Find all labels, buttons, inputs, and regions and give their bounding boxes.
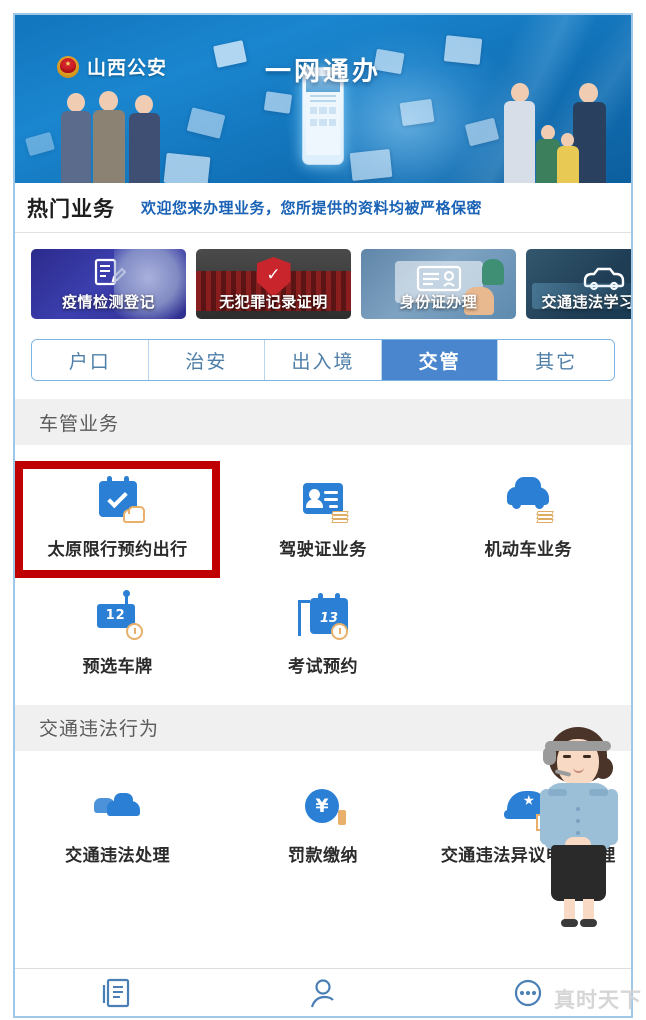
hot-services-cards: 疫情检测登记 无犯罪记录证明 身份证办理 交通违法学习教育 bbox=[15, 233, 631, 333]
section-grid-traffic-violations: 交通违法处理 ¥ 罚款缴纳 交通违法异议申诉受理 bbox=[15, 726, 631, 927]
car-icon bbox=[501, 475, 555, 525]
more-dots-icon bbox=[515, 979, 542, 1006]
nav-item-profile[interactable] bbox=[220, 976, 425, 1010]
banner-doc bbox=[399, 98, 435, 127]
yuan-payment-icon: ¥ bbox=[296, 781, 350, 831]
service-item-label: 预选车牌 bbox=[82, 656, 153, 677]
banner: 山西公安 一网通办 bbox=[15, 15, 631, 183]
section-header-vehicle-management: 车管业务 bbox=[15, 399, 631, 445]
service-card-traffic-violation-study[interactable]: 交通违法学习教育 bbox=[526, 249, 633, 319]
service-item-label: 驾驶证业务 bbox=[279, 540, 367, 560]
license-plate-icon: 12 bbox=[91, 589, 145, 642]
card-label: 疫情检测登记 bbox=[61, 293, 155, 311]
service-item-fine-payment[interactable]: ¥ 罚款缴纳 bbox=[220, 767, 425, 884]
watermark: 真时天下 bbox=[554, 988, 642, 1012]
card-label: 身份证办理 bbox=[399, 293, 478, 311]
banner-people-right bbox=[501, 83, 621, 183]
banner-doc bbox=[25, 131, 55, 157]
police-cap-doc-icon bbox=[501, 781, 556, 831]
banner-doc bbox=[263, 91, 293, 114]
exam-calendar-icon: 13 bbox=[296, 592, 350, 642]
service-item-taiyuan-restriction-appointment[interactable]: 太原限行预约出行 bbox=[15, 461, 221, 578]
banner-title: 一网通办 bbox=[264, 57, 381, 87]
service-item-driver-license[interactable]: 驾驶证业务 bbox=[220, 461, 425, 578]
service-item-traffic-violation-handling[interactable]: 交通违法处理 bbox=[15, 767, 220, 884]
service-card-epidemic-registration[interactable]: 疫情检测登记 bbox=[31, 249, 186, 319]
person-icon bbox=[310, 978, 334, 1007]
banner-doc bbox=[349, 148, 393, 182]
card-label: 无犯罪记录证明 bbox=[219, 293, 328, 311]
service-card-no-criminal-record[interactable]: 无犯罪记录证明 bbox=[196, 249, 351, 319]
tab-other[interactable]: 其它 bbox=[498, 340, 614, 380]
service-item-exam-appointment[interactable]: 13 考试预约 bbox=[220, 578, 425, 695]
tab-immigration[interactable]: 出入境 bbox=[265, 340, 382, 380]
banner-doc bbox=[186, 107, 226, 139]
service-item-license-plate-preselect[interactable]: 12 预选车牌 bbox=[15, 578, 220, 695]
service-item-motor-vehicle[interactable]: 机动车业务 bbox=[426, 461, 631, 578]
category-tabs: 户口 治安 出入境 交管 其它 bbox=[15, 333, 631, 399]
tab-huji[interactable]: 户口 bbox=[32, 340, 149, 380]
service-item-label: 考试预约 bbox=[287, 656, 358, 677]
tab-public-security[interactable]: 治安 bbox=[148, 340, 266, 380]
document-edit-icon bbox=[92, 257, 127, 291]
section-header-traffic-violations: 交通违法行为 bbox=[15, 704, 631, 751]
banner-people-left bbox=[61, 91, 171, 183]
calendar-check-car-icon bbox=[91, 475, 145, 525]
welcome-message: 欢迎您来办理业务，您所提供的资料均被严格保密 bbox=[141, 199, 483, 217]
service-item-violation-appeal[interactable]: 交通违法异议申诉受理 bbox=[426, 767, 631, 884]
nav-item-services[interactable] bbox=[15, 976, 220, 1010]
car-outline-icon bbox=[581, 257, 627, 295]
hot-services-header: 热门业务 欢迎您来办理业务，您所提供的资料均被严格保密 bbox=[15, 183, 631, 233]
page-title: 热门业务 bbox=[27, 196, 115, 221]
app-container: 山西公安 一网通办 热门业务 欢迎您来办理业务，您所提供的资料均被严格保密 疫情… bbox=[13, 13, 633, 1018]
service-item-label: 交通违法处理 bbox=[65, 845, 171, 866]
card-label: 交通违法学习教育 bbox=[541, 293, 633, 311]
service-item-label: 太原限行预约出行 bbox=[47, 540, 188, 560]
service-item-empty bbox=[426, 578, 631, 695]
service-item-label: 交通违法异议申诉受理 bbox=[440, 845, 616, 866]
tab-traffic-management[interactable]: 交管 bbox=[381, 340, 499, 380]
driver-license-icon bbox=[296, 475, 350, 525]
section-grid-vehicle-management: 太原限行预约出行 驾驶证业务 机动车业务 12 预选车牌 13 考试预约 bbox=[15, 445, 631, 705]
document-print-icon bbox=[102, 978, 129, 1007]
service-item-label: 机动车业务 bbox=[484, 540, 573, 560]
two-cars-icon bbox=[91, 781, 145, 831]
service-card-id-card[interactable]: 身份证办理 bbox=[361, 249, 516, 319]
service-item-label: 罚款缴纳 bbox=[287, 845, 358, 866]
bottom-navigation bbox=[15, 968, 631, 1016]
